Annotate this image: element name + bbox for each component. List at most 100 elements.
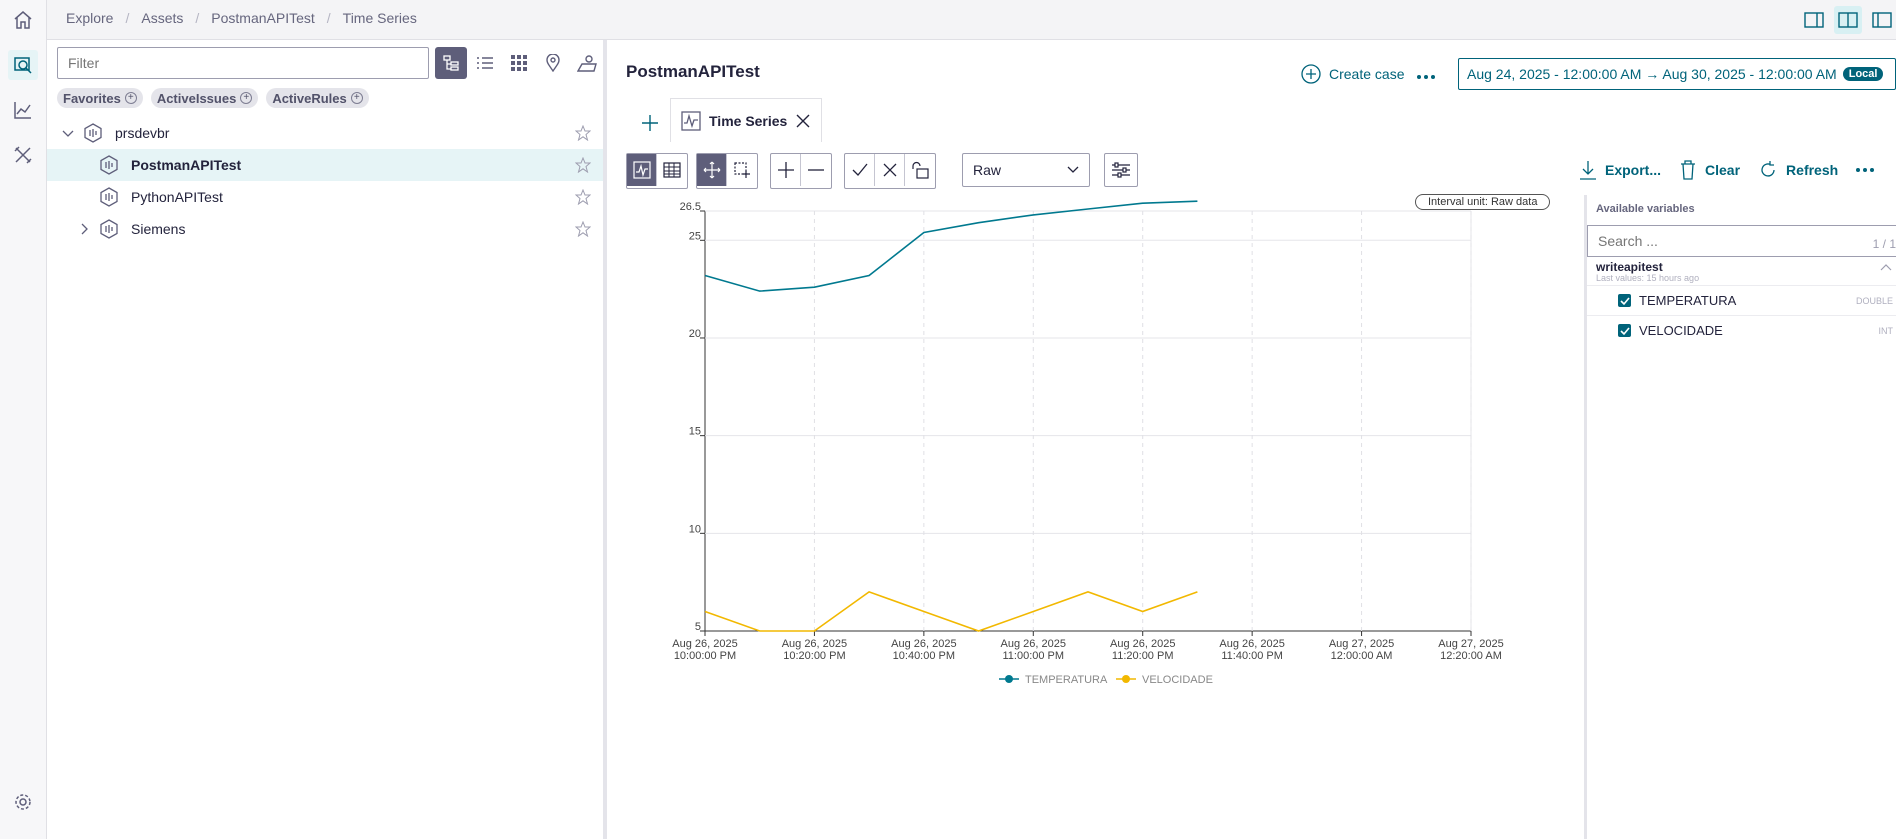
layout-split-icon[interactable]: [1834, 6, 1862, 34]
more-options-icon[interactable]: [1417, 75, 1435, 79]
breadcrumb-item[interactable]: Explore: [66, 10, 113, 26]
add-icon[interactable]: +: [124, 92, 137, 104]
breadcrumb-item[interactable]: Assets: [141, 10, 183, 26]
x-tick-label-date: Aug 26, 2025: [782, 638, 847, 650]
chart-toolbar: Raw: [626, 153, 1138, 189]
line-chart-icon[interactable]: [627, 154, 657, 186]
chip-active-rules[interactable]: ActiveRules +: [266, 88, 369, 108]
tab-time-series[interactable]: Time Series: [670, 98, 823, 142]
pan-icon[interactable]: [697, 154, 727, 186]
close-icon[interactable]: [875, 154, 905, 186]
chevron-down-icon[interactable]: [61, 126, 75, 140]
close-icon[interactable]: [795, 113, 811, 129]
variable-row[interactable]: TEMPERATURA DOUBLE: [1587, 285, 1896, 315]
series-line-velocidade: [704, 591, 1198, 632]
variable-type: INT: [1878, 325, 1894, 336]
asset-browser: Favorites+ ActiveIssues+ ActiveRules+ pr…: [47, 40, 607, 839]
time-series-chart[interactable]: 51015202526.5Aug 26, 202510:00:00 PMAug …: [611, 200, 1591, 765]
y-tick-label: 15: [689, 426, 701, 438]
tools-icon[interactable]: [8, 140, 38, 170]
create-case-label: Create case: [1329, 66, 1405, 82]
checkbox-checked-icon[interactable]: [1618, 294, 1631, 307]
view-buttons: [435, 47, 603, 79]
aggregation-select[interactable]: Raw: [962, 153, 1090, 187]
grid-view-icon[interactable]: [503, 47, 535, 79]
asset-icon: [84, 123, 102, 143]
variable-group-name[interactable]: writeapitest: [1596, 260, 1663, 274]
box-zoom-icon[interactable]: [727, 154, 757, 186]
tree-item-postmanapitest[interactable]: PostmanAPITest: [47, 149, 603, 181]
chip-active-issues[interactable]: ActiveIssues +: [150, 88, 259, 108]
date-range-picker[interactable]: Aug 24, 2025 - 12:00:00 AM → Aug 30, 202…: [1458, 58, 1896, 90]
table-icon[interactable]: [657, 154, 687, 186]
layout-right-icon[interactable]: [1868, 6, 1896, 34]
y-tick-label: 20: [689, 328, 701, 340]
zoom-in-icon[interactable]: [771, 154, 801, 186]
breadcrumb-item[interactable]: PostmanAPITest: [211, 10, 315, 26]
x-tick-label-time: 11:40:00 PM: [1221, 650, 1283, 662]
chart-settings-icon[interactable]: [1104, 153, 1138, 187]
chevron-down-icon: [1067, 166, 1079, 173]
x-tick-label-time: 10:00:00 PM: [674, 650, 736, 662]
chip-favorites[interactable]: Favorites +: [57, 88, 143, 108]
date-range-text: Aug 24, 2025 - 12:00:00 AM → Aug 30, 202…: [1467, 66, 1837, 82]
layout-switcher: [1800, 6, 1896, 34]
chip-label: ActiveRules: [272, 90, 347, 106]
add-circle-icon: [1301, 64, 1321, 84]
unlock-icon[interactable]: [905, 154, 935, 186]
add-icon[interactable]: +: [240, 92, 253, 104]
x-tick-label-date: Aug 26, 2025: [891, 638, 956, 650]
variable-row[interactable]: VELOCIDADE INT: [1587, 315, 1896, 345]
variable-type: DOUBLE: [1855, 295, 1893, 306]
tree-item-label: prsdevbr: [115, 125, 170, 141]
zoom-group: [770, 153, 832, 189]
list-view-icon[interactable]: [469, 47, 501, 79]
filter-input[interactable]: [57, 47, 429, 79]
analytics-icon[interactable]: [8, 95, 38, 125]
refresh-label: Refresh: [1786, 162, 1839, 178]
tree-item-prsdevbr[interactable]: prsdevbr: [47, 117, 603, 149]
variables-search-input[interactable]: [1587, 225, 1896, 257]
more-options-icon[interactable]: [1856, 168, 1875, 172]
check-icon[interactable]: [845, 154, 875, 186]
tree-view-icon[interactable]: [435, 47, 467, 79]
y-tick-label: 25: [689, 230, 701, 242]
interaction-group: [696, 153, 758, 189]
y-tick-label: 10: [689, 523, 701, 535]
asset-icon: [100, 155, 118, 175]
clear-button[interactable]: Clear: [1679, 160, 1740, 180]
refresh-button[interactable]: Refresh: [1758, 160, 1838, 180]
timezone-badge: Local: [1842, 67, 1884, 81]
zoom-out-icon[interactable]: [801, 154, 831, 186]
download-icon: [1580, 161, 1596, 180]
create-case-button[interactable]: Create case: [1301, 64, 1404, 84]
asset-tree: prsdevbr PostmanAPITest PythonAPITest Si…: [47, 117, 603, 245]
map-pin-icon[interactable]: [537, 47, 569, 79]
home-icon[interactable]: [8, 5, 38, 35]
variables-count: 1 / 1: [1872, 237, 1896, 251]
x-tick-label-date: Aug 26, 2025: [672, 638, 737, 650]
checkbox-checked-icon[interactable]: [1618, 324, 1631, 337]
add-icon[interactable]: +: [350, 92, 363, 104]
export-button[interactable]: Export...: [1579, 160, 1661, 180]
tree-item-pythonapitest[interactable]: PythonAPITest: [47, 181, 603, 213]
star-icon[interactable]: [575, 157, 591, 173]
tab-label: Time Series: [709, 112, 788, 129]
y-tick-label: 26.5: [680, 201, 701, 213]
chevron-right-icon[interactable]: [77, 222, 91, 236]
layout-left-icon[interactable]: [1800, 6, 1828, 34]
x-tick-label-date: Aug 27, 2025: [1438, 638, 1503, 650]
add-tab-icon[interactable]: [630, 104, 670, 142]
x-tick-label-time: 12:00:00 AM: [1331, 650, 1393, 662]
variables-header: Available variables: [1596, 203, 1695, 215]
star-icon[interactable]: [575, 125, 591, 141]
explore-icon[interactable]: [8, 50, 38, 80]
trash-icon: [1681, 160, 1696, 180]
settings-gear-icon[interactable]: [8, 787, 38, 817]
star-icon[interactable]: [575, 221, 591, 237]
star-icon[interactable]: [575, 189, 591, 205]
map-view-icon[interactable]: [571, 47, 603, 79]
chevron-up-icon[interactable]: [1880, 263, 1892, 271]
tree-item-siemens[interactable]: Siemens: [47, 213, 603, 245]
breadcrumb-item: Time Series: [342, 10, 417, 26]
